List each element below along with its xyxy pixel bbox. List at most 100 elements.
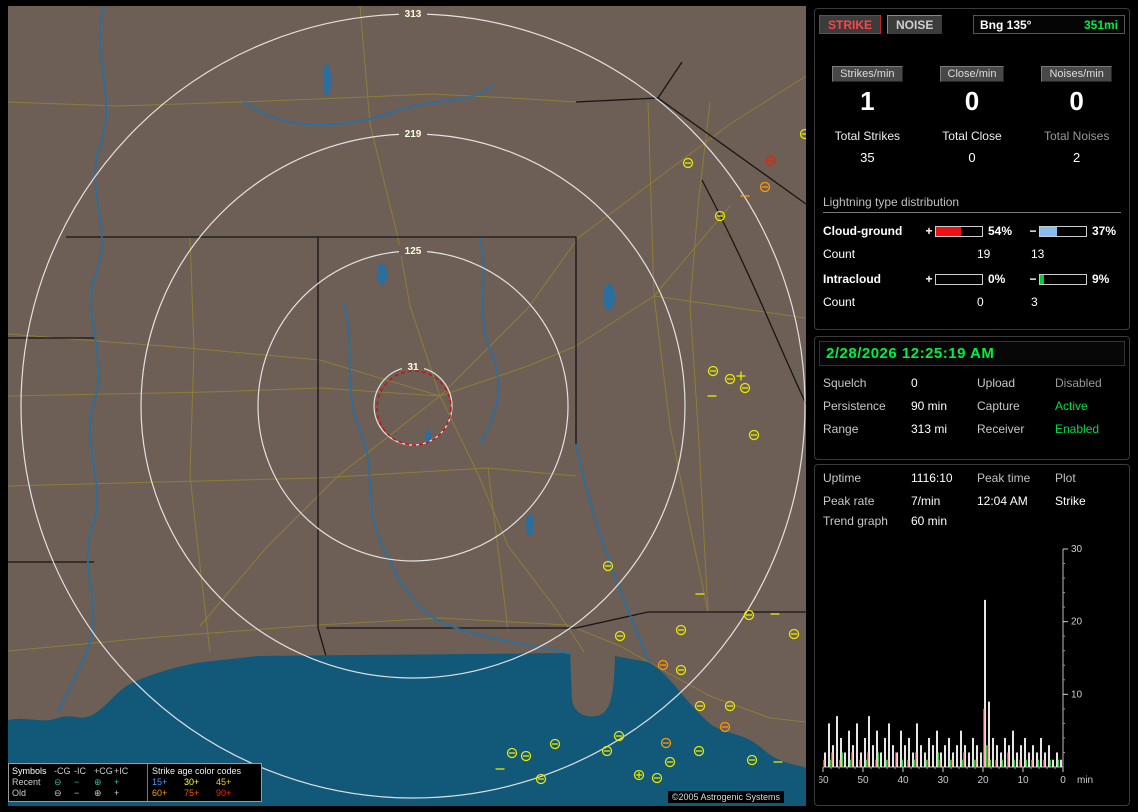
legend-age-codes: Strike age color codes 15+ 30+ 45+ 60+ 7…: [148, 764, 261, 801]
legend-header-pos-ic: +IC: [114, 766, 129, 776]
intracloud-label: Intracloud: [823, 272, 882, 286]
legend-row-label: Recent: [12, 777, 41, 787]
range-value: 313 mi: [911, 422, 948, 436]
svg-text:40: 40: [897, 775, 909, 786]
ic-plus-pct: 0%: [988, 272, 1006, 286]
svg-text:30: 30: [937, 775, 949, 786]
stats-panel: STRIKE NOISE Bng 135° 351mi Strikes/min …: [814, 6, 1132, 806]
peak-time-label: Peak time: [977, 471, 1031, 485]
status-section: 2/28/2026 12:25:19 AM Squelch 0 Upload D…: [814, 336, 1130, 460]
bearing-value: 351mi: [1083, 17, 1118, 32]
rate-counters: Strikes/min 1 Total Strikes 35 Close/min…: [815, 64, 1129, 165]
map-legend: Symbols -CG -IC +CG +IC Recent ⊖ − ⊕ + O…: [8, 763, 262, 802]
noises-per-min-value: 0: [1069, 86, 1084, 116]
peak-rate-label: Peak rate: [823, 494, 875, 508]
old-neg-ic-icon: −: [74, 788, 80, 798]
persistence-label: Persistence: [823, 399, 886, 413]
squelch-value: 0: [911, 376, 918, 390]
age-75: 75+: [184, 788, 200, 798]
total-strikes-value: 35: [860, 150, 875, 165]
uptime-value: 1116:10: [911, 471, 953, 485]
strikes-per-min-value: 1: [860, 86, 875, 116]
lightning-map[interactable]: 313 219 125 31 Symbols -CG -IC +CG +IC R…: [7, 5, 811, 806]
upload-label: Upload: [977, 376, 1016, 390]
svg-text:0: 0: [1060, 775, 1066, 786]
cg-plus-pct: 54%: [988, 224, 1013, 238]
range-label: Range: [823, 422, 859, 436]
trend-graph: 10 20 30 60 50 40 30 20 10 0 min: [819, 544, 1093, 786]
svg-text:20: 20: [1071, 617, 1083, 628]
bearing-label: Bng 135°: [980, 17, 1032, 32]
trend-label-row: Trend graph 60 min: [815, 508, 1129, 528]
persistence-value: 90 min: [911, 399, 948, 413]
legend-header-neg-cg: -CG: [54, 766, 71, 776]
old-neg-cg-icon: ⊖: [54, 788, 62, 798]
close-per-min-column: Close/min 0 Total Close 0: [920, 64, 1025, 165]
ic-minus-bar-fill: [1040, 274, 1045, 284]
peak-time-value: 12:04 AM: [977, 494, 1028, 508]
legend-symbols-title: Symbols: [12, 766, 47, 776]
ic-plus-bar: [935, 273, 983, 285]
lake-pontchartrain: [224, 657, 316, 695]
total-noises-label: Total Noises: [1043, 129, 1110, 143]
svg-text:10: 10: [1071, 689, 1083, 700]
age-30: 30+: [184, 777, 200, 787]
trend-graph-window: 60 min: [911, 514, 948, 528]
legend-header-pos-cg: +CG: [94, 766, 113, 776]
receiver-label: Receiver: [977, 422, 1025, 436]
total-close-value: 0: [968, 150, 976, 165]
age-codes-title: Strike age color codes: [152, 766, 242, 776]
noises-per-min-header: Noises/min: [1041, 66, 1112, 82]
app-window: { "map": { "range_rings": [{"label":"313…: [0, 0, 1138, 812]
plot-mode-value: Strike: [1055, 494, 1086, 508]
receiver-status: Enabled: [1055, 422, 1100, 436]
cg-minus-bar-fill: [1040, 226, 1058, 236]
capture-status: Active: [1055, 399, 1088, 413]
count-label: Count: [823, 295, 856, 309]
count-label: Count: [823, 247, 856, 261]
plus-sign: +: [925, 224, 933, 238]
plus-sign: +: [925, 272, 933, 286]
svg-text:min: min: [1077, 775, 1093, 786]
legend-symbols: Symbols -CG -IC +CG +IC Recent ⊖ − ⊕ + O…: [9, 764, 148, 801]
bearing-readout: Bng 135° 351mi: [973, 15, 1125, 34]
close-per-min-value: 0: [964, 86, 980, 116]
capture-label: Capture: [977, 399, 1020, 413]
recent-pos-ic-icon: +: [114, 777, 120, 787]
noises-per-min-column: Noises/min 0 Total Noises 2: [1024, 64, 1129, 165]
copyright-text: ©2005 Astrogenic Systems: [667, 791, 784, 803]
old-pos-ic-icon: +: [114, 788, 120, 798]
total-strikes-label: Total Strikes: [834, 129, 900, 143]
ic-plus-count: 0: [977, 295, 984, 309]
plot-label: Plot: [1055, 471, 1076, 485]
ring-label-219: 219: [405, 129, 422, 140]
svg-text:50: 50: [857, 775, 869, 786]
recent-neg-cg-icon: ⊖: [54, 777, 62, 787]
cloud-ground-label: Cloud-ground: [823, 224, 903, 238]
age-15: 15+: [152, 777, 168, 787]
age-60: 60+: [152, 788, 168, 798]
recent-pos-cg-icon: ⊕: [94, 777, 102, 787]
cloud-ground-row: Cloud-ground + 54% − 37%: [815, 224, 1129, 238]
svg-text:30: 30: [1071, 544, 1083, 555]
minus-sign: −: [1029, 272, 1037, 286]
cloud-ground-count-row: Count 19 13: [815, 247, 1129, 261]
close-per-min-header: Close/min: [939, 66, 1005, 82]
strike-toggle-button[interactable]: STRIKE: [819, 15, 882, 34]
distribution-title: Lightning type distribution: [823, 195, 1121, 213]
cg-minus-bar: [1039, 225, 1087, 237]
cg-plus-count: 19: [977, 247, 991, 261]
cg-plus-bar: [935, 225, 983, 237]
ic-minus-pct: 9%: [1092, 272, 1110, 286]
uptime-label: Uptime: [823, 471, 862, 485]
ic-minus-bar: [1039, 273, 1087, 285]
intracloud-count-row: Count 0 3: [815, 295, 1129, 309]
ic-minus-count: 3: [1031, 295, 1038, 309]
recent-neg-ic-icon: −: [74, 777, 80, 787]
noise-toggle-button[interactable]: NOISE: [887, 15, 943, 34]
strikes-per-min-column: Strikes/min 1 Total Strikes 35: [815, 64, 920, 165]
legend-header-neg-ic: -IC: [74, 766, 86, 776]
trend-section: Uptime 1116:10 Peak time Plot Peak rate …: [814, 464, 1130, 806]
total-close-label: Total Close: [942, 129, 1002, 143]
total-noises-value: 2: [1073, 150, 1081, 165]
